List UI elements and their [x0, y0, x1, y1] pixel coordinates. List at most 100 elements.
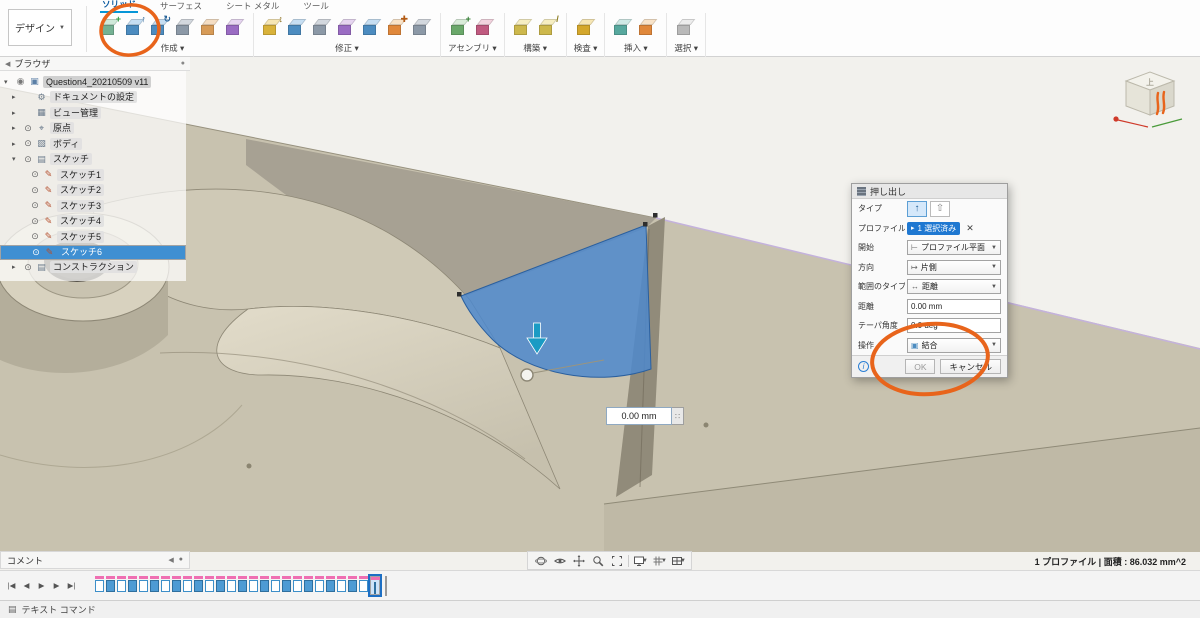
offset-plane-icon[interactable]: [512, 15, 534, 39]
start-select[interactable]: ⊢ プロファイル平面 ▼: [907, 240, 1001, 256]
visibility-eye-icon[interactable]: ⊙: [31, 247, 41, 258]
timeline-position-marker[interactable]: [385, 575, 390, 596]
browser-item-2[interactable]: ▸ ▦ ビュー管理: [0, 105, 186, 121]
fillet-icon[interactable]: [286, 15, 308, 39]
browser-item-8[interactable]: ⊙ ✎ スケッチ3: [0, 198, 186, 214]
expand-caret-icon[interactable]: ▸: [12, 93, 20, 101]
move-copy-icon[interactable]: ✚: [386, 14, 408, 39]
play-button[interactable]: ▶: [35, 581, 48, 590]
timeline-item-extrude-8[interactable]: [172, 576, 182, 595]
toolbar-group-label-construct[interactable]: 構築 ▾: [523, 42, 547, 54]
combine-icon[interactable]: [336, 15, 358, 39]
visibility-eye-icon[interactable]: ⊙: [23, 123, 33, 134]
display-settings-icon[interactable]: ▼: [631, 552, 650, 569]
ok-button[interactable]: OK: [905, 359, 936, 374]
box-primitive-icon[interactable]: [199, 15, 221, 39]
shell-icon[interactable]: [311, 15, 333, 39]
offset-face-icon[interactable]: [361, 15, 383, 39]
browser-item-4[interactable]: ▸ ⊙ ▧ ボディ: [0, 136, 186, 152]
info-icon[interactable]: i: [858, 361, 869, 372]
clear-selection-button[interactable]: ✕: [966, 223, 974, 234]
insert-svg-icon[interactable]: [637, 15, 659, 39]
step-forward-button[interactable]: ▶: [50, 581, 63, 590]
distance-input[interactable]: 0.00 mm: [907, 298, 1001, 314]
expand-caret-icon[interactable]: ▸: [12, 140, 20, 148]
expand-caret-icon[interactable]: ▸: [12, 109, 20, 117]
direction-select[interactable]: ↦ 片側 ▼: [907, 259, 1001, 275]
comment-bar[interactable]: コメント ◀ ●: [0, 551, 190, 569]
timeline-item-extrude-4[interactable]: [128, 576, 138, 595]
expand-caret-icon[interactable]: ▸: [12, 124, 20, 132]
timeline-item-sketch-1[interactable]: [95, 576, 105, 595]
align-icon[interactable]: [411, 15, 433, 39]
browser-panel-header[interactable]: ◀ ブラウザ ●: [0, 57, 190, 71]
toolbar-group-label-modify[interactable]: 修正 ▾: [335, 42, 359, 54]
extrude-icon[interactable]: ↑: [124, 14, 146, 39]
cancel-button[interactable]: キャンセル: [940, 359, 1001, 374]
timeline-item-extrude-2[interactable]: [106, 576, 116, 595]
select-icon[interactable]: [675, 15, 697, 39]
timeline-item-sketch-7[interactable]: [161, 576, 171, 595]
measure-icon[interactable]: [575, 15, 597, 39]
visibility-eye-icon[interactable]: ⊙: [23, 154, 33, 165]
browser-item-11[interactable]: ⊙ ✎ スケッチ6: [0, 244, 186, 260]
taper-angle-input[interactable]: 0.0 deg: [907, 318, 1001, 334]
extent-type-select[interactable]: ↔ 距離 ▼: [907, 279, 1001, 295]
pattern-icon[interactable]: [224, 15, 246, 39]
visibility-eye-icon[interactable]: ⊙: [30, 169, 40, 180]
construction-axis-icon[interactable]: /: [537, 14, 559, 39]
go-to-end-button[interactable]: ▶|: [65, 581, 78, 590]
tab-solid[interactable]: ソリッド: [100, 0, 139, 13]
collapse-arrow-icon[interactable]: ◀: [5, 60, 10, 68]
timeline-item-extrude-12[interactable]: [216, 576, 226, 595]
timeline-item-extrude-16[interactable]: [260, 576, 270, 595]
browser-item-10[interactable]: ⊙ ✎ スケッチ5: [0, 229, 186, 245]
view-cube[interactable]: 上: [1104, 61, 1188, 133]
tab-sheet-metal[interactable]: シート メタル: [224, 0, 281, 13]
timeline-item-extrude-14[interactable]: [238, 576, 248, 595]
timeline-item-extrude-24[interactable]: [348, 576, 358, 595]
timeline-item-extrude-10[interactable]: [194, 576, 204, 595]
sweep-icon[interactable]: [174, 15, 196, 39]
expand-caret-icon[interactable]: ▸: [12, 263, 20, 271]
timeline-item-sketch-11[interactable]: [205, 576, 215, 595]
timeline-item-sketch-21[interactable]: [315, 576, 325, 595]
toolbar-group-label-create[interactable]: 作成 ▾: [161, 42, 185, 54]
tab-surface[interactable]: サーフェス: [158, 0, 204, 13]
browser-item-12[interactable]: ▸ ⊙ ▤ コンストラクション: [0, 260, 186, 276]
step-back-button[interactable]: ◀: [20, 581, 33, 590]
revolve-icon[interactable]: ↻: [149, 14, 171, 39]
expand-caret-icon[interactable]: ▾: [4, 78, 12, 86]
browser-item-9[interactable]: ⊙ ✎ スケッチ4: [0, 214, 186, 230]
profile-selection-badge[interactable]: ▸ 1 選択済み: [907, 221, 961, 235]
visibility-eye-icon[interactable]: ⊙: [30, 200, 40, 211]
viewports-icon[interactable]: ▼: [669, 552, 688, 569]
create-sketch-icon[interactable]: +: [99, 14, 121, 39]
manipulator-origin-grip[interactable]: [520, 368, 534, 382]
browser-item-6[interactable]: ⊙ ✎ スケッチ1: [0, 167, 186, 183]
expand-caret-icon[interactable]: ▾: [12, 155, 20, 163]
browser-item-5[interactable]: ▾ ⊙ ▤ スケッチ: [0, 152, 186, 168]
panel-options-icon[interactable]: ●: [179, 556, 183, 564]
distance-dimension-box[interactable]: 0.00 mm ∷: [606, 407, 684, 425]
pan-icon[interactable]: [569, 552, 588, 569]
visibility-eye-icon[interactable]: ⊙: [30, 185, 40, 196]
timeline-item-sketch-15[interactable]: [249, 576, 259, 595]
grid-layout-icon[interactable]: ▼: [650, 552, 669, 569]
timeline-item-extrude-26[interactable]: [368, 574, 382, 597]
timeline-item-sketch-23[interactable]: [337, 576, 347, 595]
timeline-item-sketch-5[interactable]: [139, 576, 149, 595]
panel-options-icon[interactable]: ●: [181, 60, 185, 67]
go-to-start-button[interactable]: |◀: [5, 581, 18, 590]
visibility-eye-icon[interactable]: ⊙: [30, 216, 40, 227]
workspace-switcher-button[interactable]: デザイン ▼: [8, 9, 72, 46]
orbit-icon[interactable]: [531, 552, 550, 569]
visibility-eye-icon[interactable]: ⊙: [23, 138, 33, 149]
visibility-eye-icon[interactable]: ⊙: [30, 231, 40, 242]
browser-item-1[interactable]: ▸ ⚙ ドキュメントの設定: [0, 90, 186, 106]
browser-item-document[interactable]: ▾ ◉ ▣ Question4_20210509 v11: [0, 74, 186, 90]
insert-canvas-icon[interactable]: [612, 15, 634, 39]
joint-icon[interactable]: [474, 15, 496, 39]
zoom-icon[interactable]: [588, 552, 607, 569]
dimension-grip-icon[interactable]: ∷: [672, 407, 684, 425]
